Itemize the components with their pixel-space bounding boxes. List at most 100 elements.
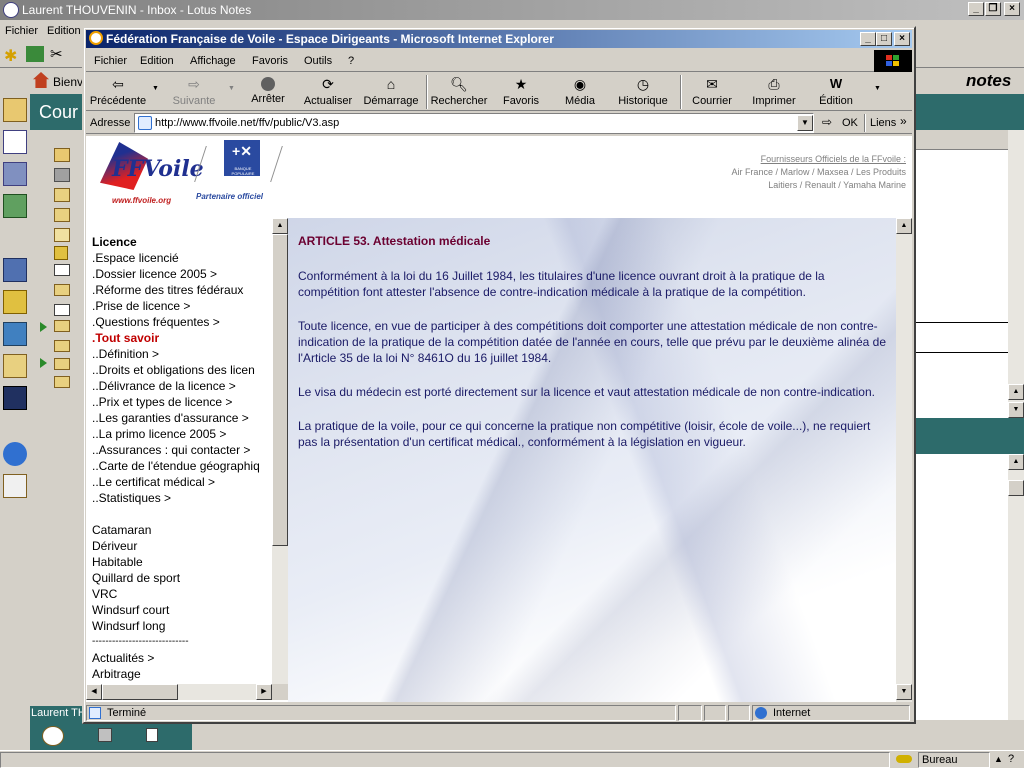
nav-boat-link[interactable]: VRC — [92, 586, 272, 602]
banque-populaire-logo[interactable]: +✕ BANQUE POPULAIRE — [224, 140, 276, 180]
nav-boat-link[interactable]: Dériveur — [92, 538, 272, 554]
views-icon[interactable] — [54, 264, 70, 276]
ie-menu-affichage[interactable]: Affichage — [182, 51, 244, 71]
ie-titlebar[interactable]: Fédération Française de Voile - Espace D… — [86, 30, 912, 48]
folder-b-icon[interactable] — [54, 340, 70, 352]
expand-arrow-2-icon[interactable] — [40, 358, 47, 368]
nav-scroll-thumb[interactable] — [272, 234, 288, 546]
go-button[interactable]: ⇨ OK — [820, 114, 864, 132]
folder-icon[interactable] — [3, 354, 27, 378]
lotus-preview-scrollbar[interactable]: ▲ — [1008, 454, 1024, 720]
all-docs-icon[interactable] — [54, 228, 70, 242]
article-scroll-up[interactable]: ▲ — [896, 218, 912, 234]
lotus-close-button[interactable]: × — [1004, 2, 1020, 16]
article-scrollbar[interactable]: ▲ ▼ — [896, 218, 912, 702]
address-field[interactable]: http://www.ffvoile.net/ffv/public/V3.asp… — [134, 113, 814, 133]
refresh-button[interactable]: ⟳ Actualiser — [298, 75, 358, 117]
nav-section-link[interactable]: Arbitrage — [92, 666, 272, 682]
history-button[interactable]: ◷ Historique — [612, 75, 674, 117]
lotus-home-tab[interactable]: Bienv — [53, 75, 83, 89]
ie-menu-help[interactable]: ? — [340, 51, 362, 71]
nav-boat-link[interactable]: Windsurf long — [92, 618, 272, 634]
lotus-scissors-icon[interactable]: ✂ — [50, 45, 63, 63]
nav-vertical-scrollbar[interactable]: ▲ — [272, 218, 288, 684]
lotus-preview-scroll-up[interactable]: ▲ — [1008, 454, 1024, 470]
nav-hscroll-thumb[interactable] — [102, 684, 178, 700]
nav-link[interactable]: .Dossier licence 2005 > — [92, 266, 272, 282]
nav-link[interactable]: ..Prix et types de licence > — [92, 394, 272, 410]
home-button[interactable]: ⌂ Démarrage — [360, 75, 422, 117]
nav-boat-link[interactable]: Habitable — [92, 554, 272, 570]
lotus-restore-button[interactable]: ❐ — [985, 2, 1001, 16]
edit-dropdown-icon[interactable]: ▼ — [874, 85, 881, 92]
folder-a-icon[interactable] — [54, 320, 70, 332]
expand-arrow-icon[interactable] — [40, 322, 47, 332]
nav-boat-link[interactable]: Quillard de sport — [92, 570, 272, 586]
nav-boat-link[interactable]: Windsurf court — [92, 602, 272, 618]
nav-link[interactable]: ..Délivrance de la licence > — [92, 378, 272, 394]
nav-link[interactable]: ..Assurances : qui contacter > — [92, 442, 272, 458]
folder-c-icon[interactable] — [54, 358, 70, 370]
folders-icon[interactable] — [54, 284, 70, 296]
address-dropdown[interactable]: ▼ — [797, 115, 813, 131]
lotus-menu-edition[interactable]: Edition — [42, 21, 86, 41]
key-icon[interactable] — [896, 755, 912, 763]
lotus-document-list[interactable] — [914, 130, 1008, 418]
notes-n-icon[interactable] — [3, 386, 27, 410]
mail-icon[interactable] — [3, 98, 27, 122]
mail-status-icon[interactable] — [42, 726, 64, 746]
ie-menu-edition[interactable]: Edition — [132, 51, 182, 71]
trash-icon[interactable] — [54, 246, 68, 260]
lotus-list-scrollbar[interactable]: ▲ ▼ — [1008, 130, 1024, 418]
lotus-titlebar[interactable]: Laurent THOUVENIN - Inbox - Lotus Notes … — [0, 0, 1024, 20]
edit-button[interactable]: W Édition — [810, 75, 862, 117]
rules-icon[interactable] — [54, 304, 70, 316]
nav-link[interactable]: ..Carte de l'étendue géographiq — [92, 458, 272, 474]
nav-link[interactable]: .Questions fréquentes > — [92, 314, 272, 330]
nav-link[interactable]: ..Définition > — [92, 346, 272, 362]
ie-icon[interactable] — [3, 442, 27, 466]
forward-button[interactable]: ⇨ Suivante — [166, 75, 222, 117]
search-button[interactable]: 🔍︎ Rechercher — [428, 75, 490, 117]
ffvoile-logo[interactable]: FFVoile www.ffvoile.org — [98, 140, 204, 205]
ie-menu-fichier[interactable]: Fichier — [86, 51, 135, 71]
nav-link[interactable]: ..Les garanties d'assurance > — [92, 410, 272, 426]
status-zone[interactable]: Internet — [752, 705, 910, 721]
links-chevron-icon[interactable]: » — [900, 114, 907, 128]
lotus-minimize-button[interactable]: _ — [968, 2, 984, 16]
links-button[interactable]: Liens — [870, 117, 896, 129]
mail-button[interactable]: ✉ Courrier — [684, 75, 740, 117]
nav-link[interactable]: .Prise de licence > — [92, 298, 272, 314]
todo-icon[interactable] — [3, 194, 27, 218]
lotus-scroll-down[interactable]: ▼ — [1008, 402, 1024, 418]
lotus-tool-icon[interactable] — [26, 46, 44, 62]
nav-link[interactable]: ..Le certificat médical > — [92, 474, 272, 490]
follow-up-icon[interactable] — [54, 208, 70, 222]
calendar-icon[interactable] — [3, 130, 27, 154]
lotus-star-icon[interactable]: ✱ — [4, 46, 17, 66]
taskbar-help-icon[interactable]: ? — [1008, 753, 1014, 765]
nav-link-active[interactable]: .Tout savoir — [92, 330, 272, 346]
nav-scroll-left[interactable]: ◀ — [86, 684, 102, 700]
nav-scroll-up[interactable]: ▲ — [272, 218, 288, 234]
favorites-button[interactable]: ★ Favoris — [494, 75, 548, 117]
ie-menu-outils[interactable]: Outils — [296, 51, 340, 71]
nav-scroll-right[interactable]: ▶ — [256, 684, 272, 700]
print-button[interactable]: ⎙ Imprimer — [746, 75, 802, 117]
back-dropdown-icon[interactable]: ▼ — [152, 85, 159, 92]
ie-minimize-button[interactable]: _ — [860, 32, 876, 46]
replication-icon[interactable] — [98, 728, 112, 742]
nav-boat-link[interactable]: Catamaran — [92, 522, 272, 538]
forward-dropdown-icon[interactable]: ▼ — [228, 85, 235, 92]
drafts-icon[interactable] — [54, 168, 70, 182]
article-scroll-down[interactable]: ▼ — [896, 684, 912, 700]
checklist-icon[interactable] — [3, 474, 27, 498]
stop-button[interactable]: Arrêter — [242, 75, 294, 117]
database-icon[interactable] — [3, 290, 27, 314]
ie-menu-favoris[interactable]: Favoris — [244, 51, 296, 71]
nav-link[interactable]: ..Droits et obligations des licen — [92, 362, 272, 378]
back-button[interactable]: ⇦ Précédente — [88, 75, 148, 117]
taskbar-desktop[interactable]: Bureau — [918, 752, 990, 768]
nav-horizontal-scrollbar[interactable]: ◀ ▶ — [86, 684, 272, 700]
replica-icon[interactable] — [3, 258, 27, 282]
